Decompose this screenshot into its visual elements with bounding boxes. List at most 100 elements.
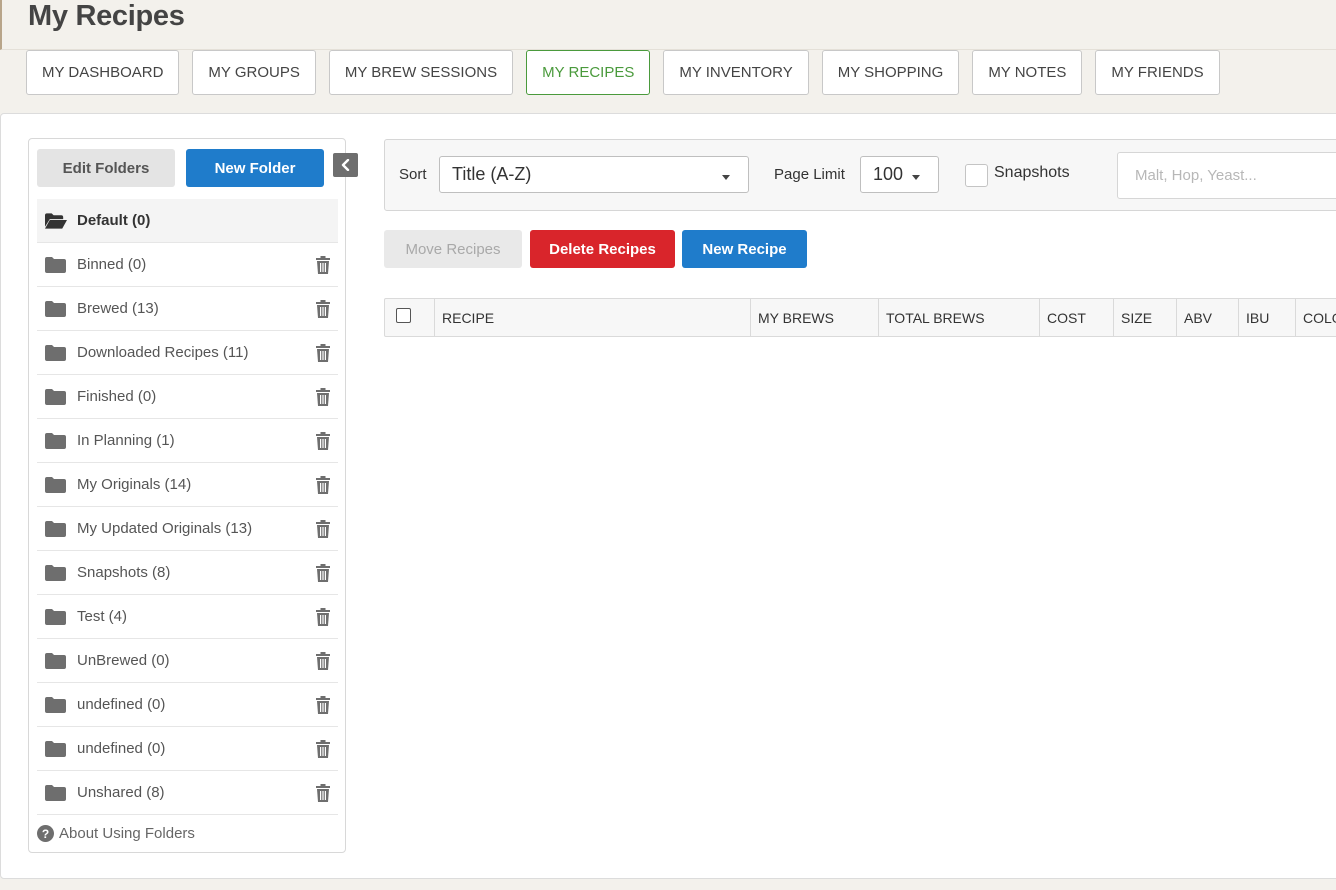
move-recipes-button[interactable]: Move Recipes <box>384 230 522 268</box>
column-header-total-brews[interactable]: TOTAL BREWS <box>878 299 1039 336</box>
caret-down-icon <box>722 175 730 180</box>
trash-icon[interactable] <box>316 564 330 582</box>
select-all-checkbox[interactable] <box>396 308 411 323</box>
caret-down-icon <box>912 175 920 180</box>
sort-label: Sort <box>399 166 427 183</box>
folder-icon <box>45 652 67 669</box>
trash-icon[interactable] <box>316 344 330 362</box>
folder-item[interactable]: Default (0) <box>37 199 338 243</box>
folder-icon <box>45 520 67 537</box>
folder-icon <box>45 564 67 581</box>
ingredient-search-input[interactable] <box>1117 152 1336 199</box>
folder-icon <box>45 740 67 757</box>
tab-my-recipes[interactable]: MY RECIPES <box>526 50 651 95</box>
new-folder-button[interactable]: New Folder <box>186 149 324 187</box>
about-folders-label: About Using Folders <box>59 825 195 842</box>
folder-label: Finished (0) <box>77 388 157 405</box>
tab-my-groups[interactable]: MY GROUPS <box>192 50 316 95</box>
tab-my-friends[interactable]: MY FRIENDS <box>1095 50 1220 95</box>
main-nav-tabs: MY DASHBOARD MY GROUPS MY BREW SESSIONS … <box>26 50 1233 95</box>
folder-label: In Planning (1) <box>77 432 175 449</box>
folder-item[interactable]: Test (4) <box>37 595 338 639</box>
folder-label: Default (0) <box>77 212 151 229</box>
folder-item[interactable]: Brewed (13) <box>37 287 338 331</box>
column-header-recipe[interactable]: RECIPE <box>434 299 750 336</box>
trash-icon[interactable] <box>316 696 330 714</box>
trash-icon[interactable] <box>316 256 330 274</box>
folder-item[interactable]: My Updated Originals (13) <box>37 507 338 551</box>
column-header-ibu[interactable]: IBU <box>1238 299 1295 336</box>
folder-icon <box>45 784 67 801</box>
tab-my-dashboard[interactable]: MY DASHBOARD <box>26 50 180 95</box>
trash-icon[interactable] <box>316 432 330 450</box>
tab-my-shopping[interactable]: MY SHOPPING <box>821 50 960 95</box>
trash-icon[interactable] <box>316 476 330 494</box>
folder-icon <box>45 432 67 449</box>
sort-select[interactable]: Title (A-Z) <box>439 156 749 193</box>
folder-list: Default (0) Binned (0) Brewed (13) Download… <box>37 199 338 815</box>
folder-open-icon <box>45 212 67 229</box>
folder-label: UnBrewed (0) <box>77 652 170 669</box>
page-limit-value: 100 <box>873 164 904 184</box>
snapshots-checkbox[interactable] <box>965 164 988 187</box>
collapse-sidebar-button[interactable] <box>333 153 358 177</box>
folder-label: Binned (0) <box>77 256 147 273</box>
folder-item[interactable]: Downloaded Recipes (11) <box>37 331 338 375</box>
page-limit-select[interactable]: 100 <box>860 156 939 193</box>
folder-item[interactable]: My Originals (14) <box>37 463 338 507</box>
folder-label: undefined (0) <box>77 696 166 713</box>
column-header-my-brews[interactable]: MY BREWS <box>750 299 878 336</box>
trash-icon[interactable] <box>316 388 330 406</box>
column-header-size[interactable]: SIZE <box>1113 299 1176 336</box>
folder-label: My Updated Originals (13) <box>77 520 253 537</box>
tab-my-inventory[interactable]: MY INVENTORY <box>663 50 809 95</box>
folder-icon <box>45 696 67 713</box>
folder-icon <box>45 256 67 273</box>
folder-item[interactable]: Unshared (8) <box>37 771 338 815</box>
column-header-color[interactable]: COLOR <box>1295 299 1336 336</box>
folder-icon <box>45 608 67 625</box>
folder-item[interactable]: undefined (0) <box>37 727 338 771</box>
recipe-table-header: RECIPE MY BREWS TOTAL BREWS COST SIZE AB… <box>384 298 1336 337</box>
folder-item[interactable]: Snapshots (8) <box>37 551 338 595</box>
folder-item[interactable]: Finished (0) <box>37 375 338 419</box>
folder-sidebar: Edit Folders New Folder Default (0) Binne… <box>28 138 346 853</box>
new-recipe-button[interactable]: New Recipe <box>682 230 807 268</box>
folder-label: Test (4) <box>77 608 128 625</box>
folder-icon <box>45 344 67 361</box>
tab-my-notes[interactable]: MY NOTES <box>972 50 1083 95</box>
folder-icon <box>45 476 67 493</box>
edit-folders-button[interactable]: Edit Folders <box>37 149 175 187</box>
folder-label: Downloaded Recipes (11) <box>77 344 249 361</box>
column-header-cost[interactable]: COST <box>1039 299 1113 336</box>
select-all-cell <box>385 299 435 336</box>
folder-icon <box>45 300 67 317</box>
recipe-toolbar: Sort Title (A-Z) Page Limit 100 Snapshot… <box>384 139 1336 211</box>
tab-my-brew-sessions[interactable]: MY BREW SESSIONS <box>328 50 514 95</box>
page-header: My Recipes <box>0 0 1336 50</box>
folder-label: undefined (0) <box>77 740 166 757</box>
page-limit-label: Page Limit <box>774 166 845 183</box>
trash-icon[interactable] <box>316 740 330 758</box>
folder-item[interactable]: undefined (0) <box>37 683 338 727</box>
folder-label: My Originals (14) <box>77 476 192 493</box>
page-title: My Recipes <box>28 0 185 32</box>
column-header-abv[interactable]: ABV <box>1176 299 1238 336</box>
folder-icon <box>45 388 67 405</box>
folder-item[interactable]: In Planning (1) <box>37 419 338 463</box>
folder-label: Brewed (13) <box>77 300 159 317</box>
trash-icon[interactable] <box>316 652 330 670</box>
folder-item[interactable]: UnBrewed (0) <box>37 639 338 683</box>
folder-label: Snapshots (8) <box>77 564 171 581</box>
about-folders-link[interactable]: ? About Using Folders <box>37 825 195 842</box>
delete-recipes-button[interactable]: Delete Recipes <box>530 230 675 268</box>
question-circle-icon: ? <box>37 825 54 842</box>
sort-value: Title (A-Z) <box>452 164 532 184</box>
chevron-left-icon <box>341 159 349 171</box>
trash-icon[interactable] <box>316 608 330 626</box>
folder-item[interactable]: Binned (0) <box>37 243 338 287</box>
trash-icon[interactable] <box>316 784 330 802</box>
trash-icon[interactable] <box>316 520 330 538</box>
folder-label: Unshared (8) <box>77 784 165 801</box>
trash-icon[interactable] <box>316 300 330 318</box>
